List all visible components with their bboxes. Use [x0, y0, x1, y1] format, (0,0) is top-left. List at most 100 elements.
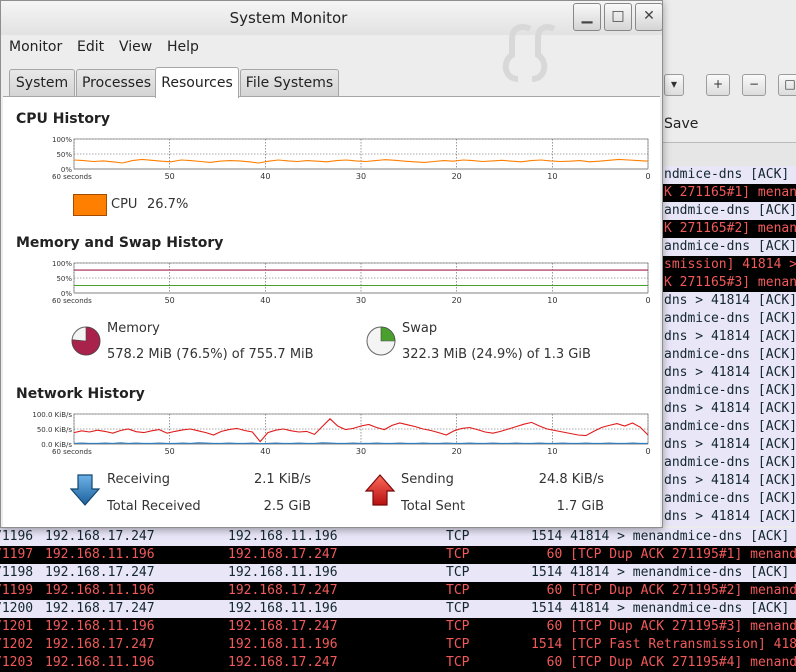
packet-info: ndmice-dns [ACK] — [664, 167, 790, 182]
packet-row[interactable]: 71203 192.168.11.196 192.168.17.247 TCP 60 … — [0, 654, 796, 672]
swap-usage-pie-icon[interactable] — [365, 325, 397, 357]
packet-row[interactable]: andmice-dns [ACK] — [660, 310, 796, 328]
zoom-in-button[interactable]: + — [706, 74, 730, 96]
packet-row[interactable]: dns > 41814 [ACK] — [660, 472, 796, 490]
packet-proto: TCP — [446, 637, 470, 652]
zoom-reset-button[interactable]: □ — [778, 74, 796, 96]
packet-row[interactable]: andmice-dns [ACK] — [660, 238, 796, 256]
x-tick-label: 10 — [547, 296, 557, 305]
zoom-out-button[interactable]: − — [742, 74, 766, 96]
packet-dst: 192.168.17.247 — [228, 655, 338, 670]
cpu-series-line — [73, 158, 649, 164]
packet-no: 71197 — [0, 547, 34, 562]
cpu-color-swatch[interactable] — [73, 194, 107, 216]
packet-info: 1514 41814 > menandmice-dns [ACK] — [531, 565, 790, 580]
save-button[interactable]: Save — [664, 116, 698, 132]
menu-monitor[interactable]: Monitor — [9, 39, 62, 55]
x-tick-label: 20 — [452, 172, 462, 181]
dropdown-button[interactable]: ▾ — [664, 74, 684, 96]
cpu-history-graph: 100%50%0%60 seconds 50 40 30 20 10 0 — [52, 136, 651, 181]
packet-row[interactable]: 71197 192.168.11.196 192.168.17.247 TCP 60 … — [0, 546, 796, 564]
packet-row[interactable]: 71198 192.168.17.247 192.168.11.196 TCP 1514… — [0, 564, 796, 582]
packet-row[interactable]: smission] 41814 > — [660, 256, 796, 274]
background-toolbar: ▾ + − □ — [660, 66, 796, 102]
menu-edit[interactable]: Edit — [77, 39, 104, 55]
packet-dst: 192.168.11.196 — [228, 565, 338, 580]
receiving-arrow-icon[interactable] — [69, 473, 101, 507]
y-tick-label: 100% — [52, 260, 72, 268]
packet-row[interactable]: dns > 41814 [ACK] — [660, 328, 796, 346]
title-bar[interactable]: System Monitor ▁ □ ✕ — [1, 1, 663, 35]
memory-usage-pie-icon[interactable] — [70, 325, 102, 357]
packet-row[interactable]: 71196 192.168.17.247 192.168.11.196 TCP 1514… — [0, 528, 796, 546]
packet-dst: 192.168.11.196 — [228, 637, 338, 652]
y-tick-label: 50.0 KiB/s — [37, 426, 73, 434]
menu-view[interactable]: View — [119, 39, 152, 55]
menu-help[interactable]: Help — [167, 39, 199, 55]
resources-panel: CPU History 100% 50% 0% 60 seconds 50 40 30 20 1… — [3, 96, 660, 527]
packet-info: andmice-dns [ACK] — [664, 239, 796, 254]
x-tick-label: 50 — [165, 296, 175, 305]
packet-proto: TCP — [446, 547, 470, 562]
window-title: System Monitor — [229, 9, 348, 27]
packet-proto: TCP — [446, 583, 470, 598]
column-header-area — [660, 142, 796, 167]
packet-no: 71201 — [0, 619, 34, 634]
packet-row[interactable]: dns > 41814 [ACK] — [660, 508, 796, 526]
packet-info: 60 [TCP Dup ACK 271195#2] menand — [531, 583, 796, 598]
packet-src: 192.168.11.196 — [45, 583, 155, 598]
x-tick-label: 40 — [260, 172, 270, 181]
packet-info: dns > 41814 [ACK] — [664, 365, 796, 380]
x-tick-label: 40 — [260, 447, 270, 456]
maximize-button[interactable]: □ — [604, 3, 632, 31]
packet-info: K 271165#3] menand — [664, 275, 796, 290]
packet-row[interactable]: K 271165#2] menand — [660, 220, 796, 238]
packet-row[interactable]: andmice-dns [ACK] — [660, 382, 796, 400]
x-tick-label: 50 — [165, 172, 175, 181]
packet-row[interactable]: K 271165#3] menand — [660, 274, 796, 292]
memory-value: 578.2 MiB (76.5%) of 755.7 MiB — [107, 347, 314, 362]
cpu-history-heading: CPU History — [16, 111, 110, 127]
packet-row[interactable]: dns > 41814 [ACK] — [660, 364, 796, 382]
packet-row[interactable]: andmice-dns [ACK] — [660, 418, 796, 436]
packet-info: andmice-dns [ACK] — [664, 203, 796, 218]
y-tick-label: 100% — [52, 136, 72, 144]
packet-info: K 271165#1] menand — [664, 185, 796, 200]
packet-proto: TCP — [446, 619, 470, 634]
packet-row[interactable]: andmice-dns [ACK] — [660, 202, 796, 220]
packet-info: dns > 41814 [ACK] — [664, 509, 796, 524]
x-tick-label: 60 seconds — [52, 448, 92, 456]
packet-row[interactable]: andmice-dns [ACK] — [660, 490, 796, 508]
close-button[interactable]: ✕ — [635, 3, 663, 31]
packet-row[interactable]: K 271165#1] menand — [660, 184, 796, 202]
tab-system[interactable]: System — [9, 69, 75, 96]
packet-row[interactable]: 71201 192.168.11.196 192.168.17.247 TCP 60 … — [0, 618, 796, 636]
packet-row[interactable]: dns > 41814 [ACK] — [660, 292, 796, 310]
tab-resources[interactable]: Resources — [155, 67, 239, 98]
packet-info: andmice-dns [ACK] — [664, 419, 796, 434]
packet-row[interactable]: andmice-dns [ACK] — [660, 454, 796, 472]
x-tick-label: 60 seconds — [52, 297, 92, 305]
tab-file-systems[interactable]: File Systems — [240, 69, 339, 96]
x-tick-label: 0 — [645, 296, 650, 305]
packet-row[interactable]: andmice-dns [ACK] — [660, 346, 796, 364]
packet-no: 71200 — [0, 601, 34, 616]
x-tick-label: 60 seconds — [52, 173, 92, 181]
minimize-button[interactable]: ▁ — [573, 3, 601, 31]
packet-row[interactable]: ndmice-dns [ACK] — [660, 166, 796, 184]
packet-row[interactable]: 71199 192.168.11.196 192.168.17.247 TCP 60 … — [0, 582, 796, 600]
packet-row[interactable]: 71202 192.168.17.247 192.168.11.196 TCP 1514… — [0, 636, 796, 654]
packet-row[interactable]: dns > 41814 [ACK] — [660, 436, 796, 454]
packet-src: 192.168.11.196 — [45, 547, 155, 562]
tab-processes[interactable]: Processes — [76, 69, 157, 96]
receiving-label: Receiving — [107, 472, 171, 487]
packet-proto: TCP — [446, 655, 470, 670]
packet-src: 192.168.17.247 — [45, 601, 155, 616]
sending-arrow-icon[interactable] — [364, 473, 396, 507]
memory-history-heading: Memory and Swap History — [16, 235, 224, 251]
total-sent-label: Total Sent — [401, 499, 466, 514]
packet-proto: TCP — [446, 565, 470, 580]
packet-row[interactable]: dns > 41814 [ACK] — [660, 400, 796, 418]
packet-row[interactable]: 71200 192.168.17.247 192.168.11.196 TCP 1514… — [0, 600, 796, 618]
packet-no: 71199 — [0, 583, 34, 598]
